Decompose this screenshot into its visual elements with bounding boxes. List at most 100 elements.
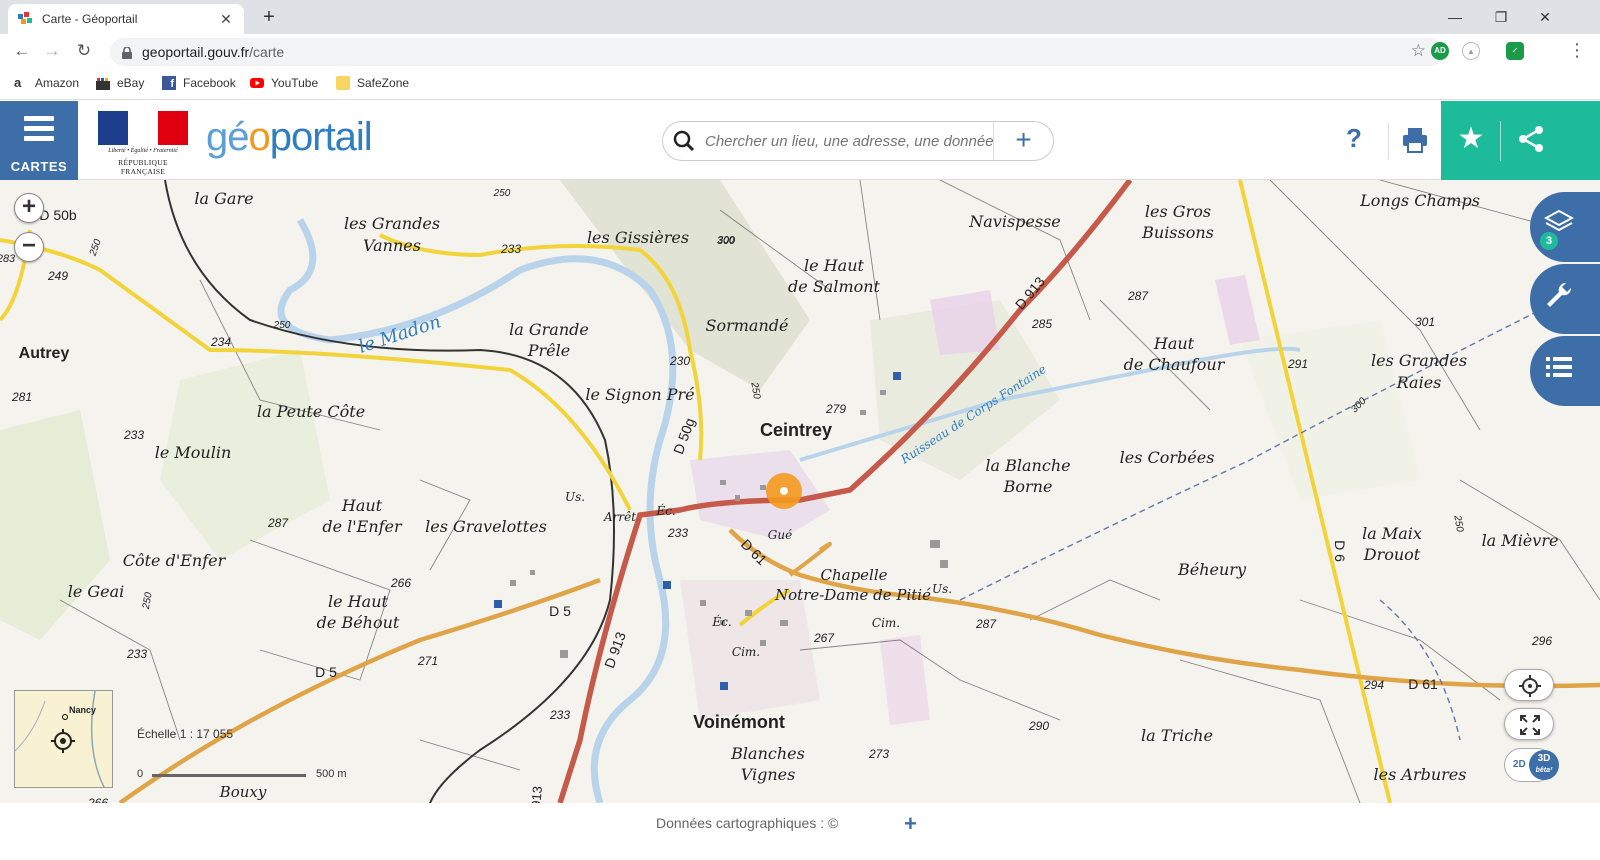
mode-beta-label: bêta² [1535, 767, 1553, 774]
map-canvas[interactable]: la Gare D 50b 283 249 les Grandes Vannes 233 le… [0, 180, 1600, 803]
ebay-icon [96, 76, 110, 90]
header-actions: ★ [1441, 101, 1600, 180]
fullscreen-button[interactable] [1504, 708, 1554, 740]
bookmark-facebook[interactable]: f Facebook [162, 76, 236, 90]
search-input[interactable] [705, 132, 995, 150]
geolocate-button[interactable] [1504, 669, 1554, 701]
map-label-alt: 233 [549, 708, 571, 722]
map-label-place: de l'Enfer [322, 517, 402, 536]
map-label-place: Chapelle [820, 566, 888, 584]
marianne-flag-icon [98, 111, 188, 145]
favorites-star-icon[interactable]: ★ [1441, 101, 1501, 180]
geoportail-favicon-icon [18, 12, 34, 26]
tab-close-icon[interactable]: ✕ [218, 11, 234, 28]
map-label-place: Haut [1153, 334, 1195, 353]
bookmark-safezone[interactable]: SafeZone [336, 76, 409, 90]
map-label-place: les Grandes [1370, 351, 1468, 370]
republique-francaise-logo[interactable]: Liberté • Égalité • Fraternité RÉPUBLIQU… [96, 111, 190, 176]
search-advanced-plus-button[interactable]: + [993, 122, 1053, 160]
map-label-place: Longs Champs [1360, 191, 1480, 210]
map-label-place: de Chaufour [1123, 355, 1225, 374]
map-label-place: les Gros [1144, 202, 1212, 221]
bookmarks-bar: a Amazon eBay f Facebook YouTube SafeZon… [0, 68, 1600, 100]
overview-minimap[interactable]: Nancy [14, 690, 113, 788]
map-label-alt: 271 [417, 654, 439, 668]
map-footer: Données cartographiques : © + [0, 803, 1600, 860]
cartes-label: CARTES [10, 159, 68, 174]
browser-tab-bar: Carte - Géoportail ✕ + — ❐ ✕ [0, 0, 1600, 34]
extension-drive-icon[interactable]: ▲ [1462, 42, 1480, 60]
map-label-place: le Haut [804, 256, 864, 275]
map-label-road: D 5 [315, 664, 337, 680]
logo-part: g [206, 115, 228, 159]
map-label-place: la Mièvre [1481, 531, 1559, 550]
map-label-road: D 61 [1408, 676, 1438, 692]
map-label-place: la Maix [1362, 524, 1422, 543]
map-label-place: Éc. [656, 504, 676, 518]
list-icon [1546, 357, 1572, 377]
minimap-target-icon [51, 729, 75, 753]
logo-part: portail [269, 115, 373, 159]
share-button[interactable] [1501, 101, 1561, 180]
geoportail-header: CARTES Liberté • Égalité • Fraternité RÉ… [0, 101, 1600, 180]
print-button[interactable] [1388, 123, 1436, 159]
map-label-alt: 230 [669, 354, 691, 368]
legend-tab[interactable] [1530, 336, 1600, 406]
map-label-place: Cim. [731, 645, 761, 659]
extension-shield-icon[interactable]: ✓ [1506, 42, 1524, 60]
bookmark-amazon[interactable]: a Amazon [14, 76, 79, 90]
share-icon [1519, 126, 1543, 152]
bookmark-label: Amazon [35, 76, 80, 90]
scale-bar [152, 774, 306, 777]
bookmark-youtube[interactable]: YouTube [250, 76, 318, 90]
map-label-place: les Arbures [1373, 765, 1467, 784]
browser-tab[interactable]: Carte - Géoportail ✕ [8, 4, 244, 34]
map-label-alt: 233 [123, 428, 145, 442]
logo-part: é [227, 115, 249, 159]
bookmark-star-icon[interactable]: ☆ [1411, 41, 1426, 61]
restore-icon[interactable]: ❐ [1478, 4, 1524, 30]
help-button[interactable]: ? [1336, 123, 1372, 154]
map-label-place: la Triche [1141, 726, 1213, 745]
mode-3d-button[interactable]: 3D bêta² [1529, 750, 1559, 780]
map-label-place: la Grande [509, 320, 589, 339]
layers-tab[interactable]: 3 [1530, 192, 1600, 262]
map-label-alt: 250 [493, 188, 511, 199]
minimize-icon[interactable]: — [1432, 4, 1478, 30]
forward-arrow-icon[interactable]: → [38, 38, 66, 64]
bookmark-ebay[interactable]: eBay [96, 76, 144, 90]
map-label-alt: 294 [1363, 678, 1385, 692]
map-label-place: Vignes [740, 765, 796, 784]
minimap-city-label: Nancy [69, 705, 97, 715]
map-label-place: la Blanche [985, 456, 1071, 475]
cartes-menu-button[interactable]: CARTES [0, 101, 78, 180]
back-arrow-icon[interactable]: ← [8, 38, 36, 64]
map-label-place: Côte d'Enfer [122, 551, 226, 570]
browser-menu-icon[interactable]: ⋮ [1568, 40, 1586, 61]
mode-3d-label: 3D [1537, 753, 1551, 764]
map-label-place: les Grandes [343, 214, 441, 233]
facebook-icon: f [162, 76, 176, 90]
map-label-place: Bouxy [219, 783, 267, 801]
map-label-alt: 287 [1127, 289, 1149, 303]
layers-count-badge: 3 [1540, 232, 1558, 250]
extension-ad-icon[interactable]: AD [1431, 42, 1449, 60]
view-mode-toggle[interactable]: 2D 3D bêta² [1504, 748, 1559, 782]
zoom-out-button[interactable]: − [14, 232, 44, 262]
new-tab-button[interactable]: + [258, 6, 280, 29]
search-icon[interactable] [673, 130, 695, 152]
reload-icon[interactable]: ↻ [70, 38, 98, 64]
url-path: /carte [249, 44, 285, 60]
mode-2d-label: 2D [1513, 759, 1526, 770]
map-label-place: Cim. [871, 616, 901, 630]
tools-tab[interactable] [1530, 264, 1600, 334]
geoportail-logo[interactable]: géoportail [206, 115, 373, 160]
attribution-expand-button[interactable]: + [904, 811, 917, 837]
map-label-place: Navispesse [969, 212, 1061, 231]
zoom-in-button[interactable]: + [14, 193, 44, 223]
close-window-icon[interactable]: ✕ [1522, 4, 1568, 30]
map-label-place: la Gare [194, 189, 254, 208]
url-bar[interactable]: geoportail.gouv.fr/carte ☆ [110, 38, 1444, 66]
bookmark-label: YouTube [271, 76, 319, 90]
map-label-alt: 249 [47, 269, 69, 283]
